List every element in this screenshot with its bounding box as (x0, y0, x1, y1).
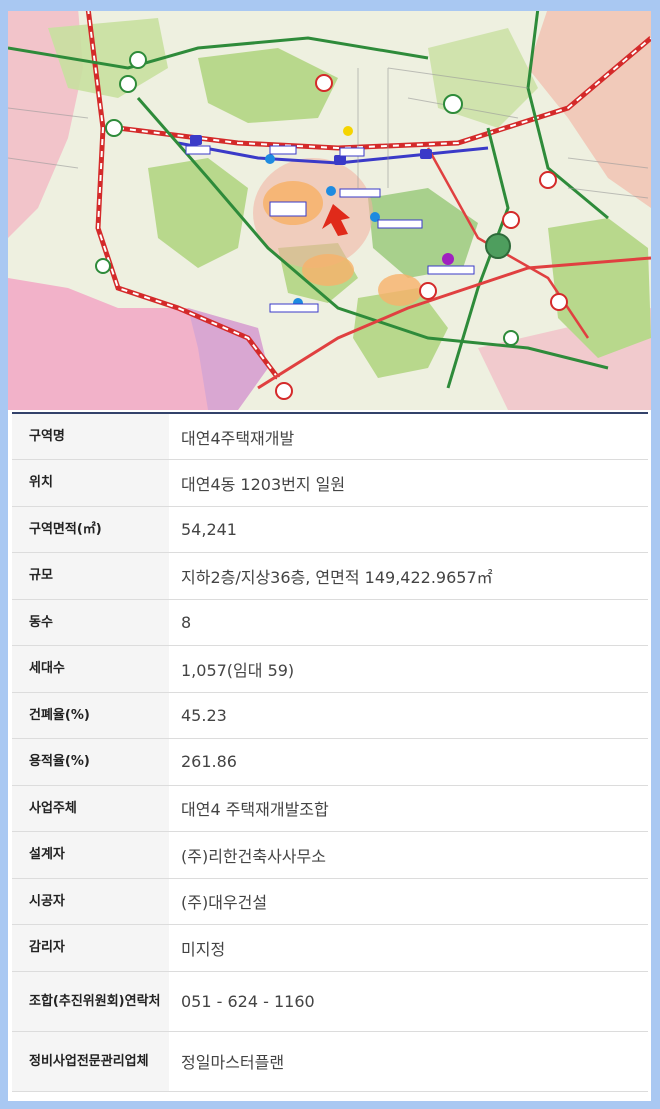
location-map (8, 8, 651, 410)
table-row: 정비사업전문관리업체 정일마스터플랜 (12, 1031, 648, 1092)
table-row: 시공자 (주)대우건설 (12, 878, 648, 925)
row-value: 정일마스터플랜 (169, 1031, 648, 1092)
row-label: 구역면적(㎡) (12, 506, 169, 553)
row-value: 261.86 (169, 738, 648, 786)
row-value: 미지정 (169, 924, 648, 972)
table-row: 위치 대연4동 1203번지 일원 (12, 459, 648, 507)
table-row: 설계자 (주)리한건축사사무소 (12, 831, 648, 879)
row-label: 위치 (12, 459, 169, 507)
table-row: 용적율(%) 261.86 (12, 738, 648, 786)
row-value: 54,241 (169, 506, 648, 553)
row-label: 세대수 (12, 645, 169, 693)
row-label: 사업주체 (12, 785, 169, 832)
table-row: 사업주체 대연4 주택재개발조합 (12, 785, 648, 832)
table-row: 구역명 대연4주택재개발 (12, 413, 648, 460)
row-value: 1,057(임대 59) (169, 645, 648, 693)
row-label: 규모 (12, 552, 169, 600)
row-label: 건폐율(%) (12, 692, 169, 739)
row-label: 조합(추진위원회)연락처 (12, 971, 169, 1032)
table-row: 세대수 1,057(임대 59) (12, 645, 648, 693)
row-value: 지하2층/지상36층, 연면적 149,422.9657㎡ (169, 552, 648, 600)
table-row: 건폐율(%) 45.23 (12, 692, 648, 739)
row-value: 45.23 (169, 692, 648, 739)
row-value: (주)리한건축사사무소 (169, 831, 648, 879)
table-row: 동수 8 (12, 599, 648, 646)
row-value: 8 (169, 599, 648, 646)
row-value: 051 - 624 - 1160 (169, 971, 648, 1032)
row-label: 시공자 (12, 878, 169, 925)
row-value: 대연4동 1203번지 일원 (169, 459, 648, 507)
row-label: 용적율(%) (12, 738, 169, 786)
table-row: 구역면적(㎡) 54,241 (12, 506, 648, 553)
row-label: 설계자 (12, 831, 169, 879)
table-row: 감리자 미지정 (12, 924, 648, 972)
row-label: 동수 (12, 599, 169, 646)
row-value: 대연4주택재개발 (169, 413, 648, 460)
table-row: 조합(추진위원회)연락처 051 - 624 - 1160 (12, 971, 648, 1032)
row-value: 대연4 주택재개발조합 (169, 785, 648, 832)
row-label: 감리자 (12, 924, 169, 972)
project-info-table: 구역명 대연4주택재개발 위치 대연4동 1203번지 일원 구역면적(㎡) 5… (12, 412, 648, 1092)
row-value: (주)대우건설 (169, 878, 648, 925)
content-frame: 구역명 대연4주택재개발 위치 대연4동 1203번지 일원 구역면적(㎡) 5… (8, 8, 651, 1101)
map-canvas (8, 8, 651, 410)
row-label: 구역명 (12, 413, 169, 460)
table-row: 규모 지하2층/지상36층, 연면적 149,422.9657㎡ (12, 552, 648, 600)
row-label: 정비사업전문관리업체 (12, 1031, 169, 1092)
